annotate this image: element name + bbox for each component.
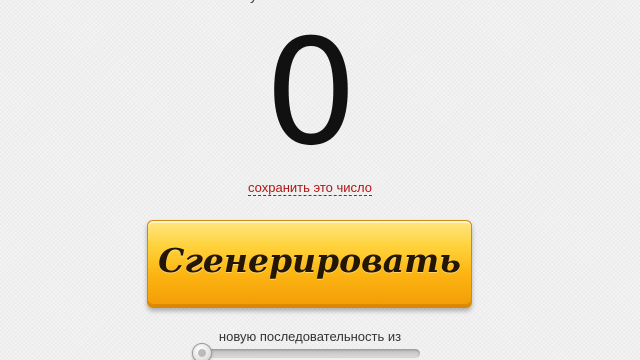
generate-button[interactable]: Сгенерировать (147, 220, 472, 308)
save-number-link[interactable]: сохранить это число (248, 180, 372, 196)
sequence-label: новую последовательность из (218, 329, 402, 344)
slider-handle-grip-icon (198, 349, 206, 357)
save-number-link-wrapper: сохранить это число (0, 179, 620, 197)
top-text-fragment: у (250, 0, 258, 4)
sequence-length-slider-handle[interactable] (192, 343, 212, 360)
generate-button-label: Сгенерировать (158, 241, 461, 280)
generated-number: 0 (264, 8, 358, 178)
sequence-length-slider-track[interactable] (205, 349, 420, 358)
